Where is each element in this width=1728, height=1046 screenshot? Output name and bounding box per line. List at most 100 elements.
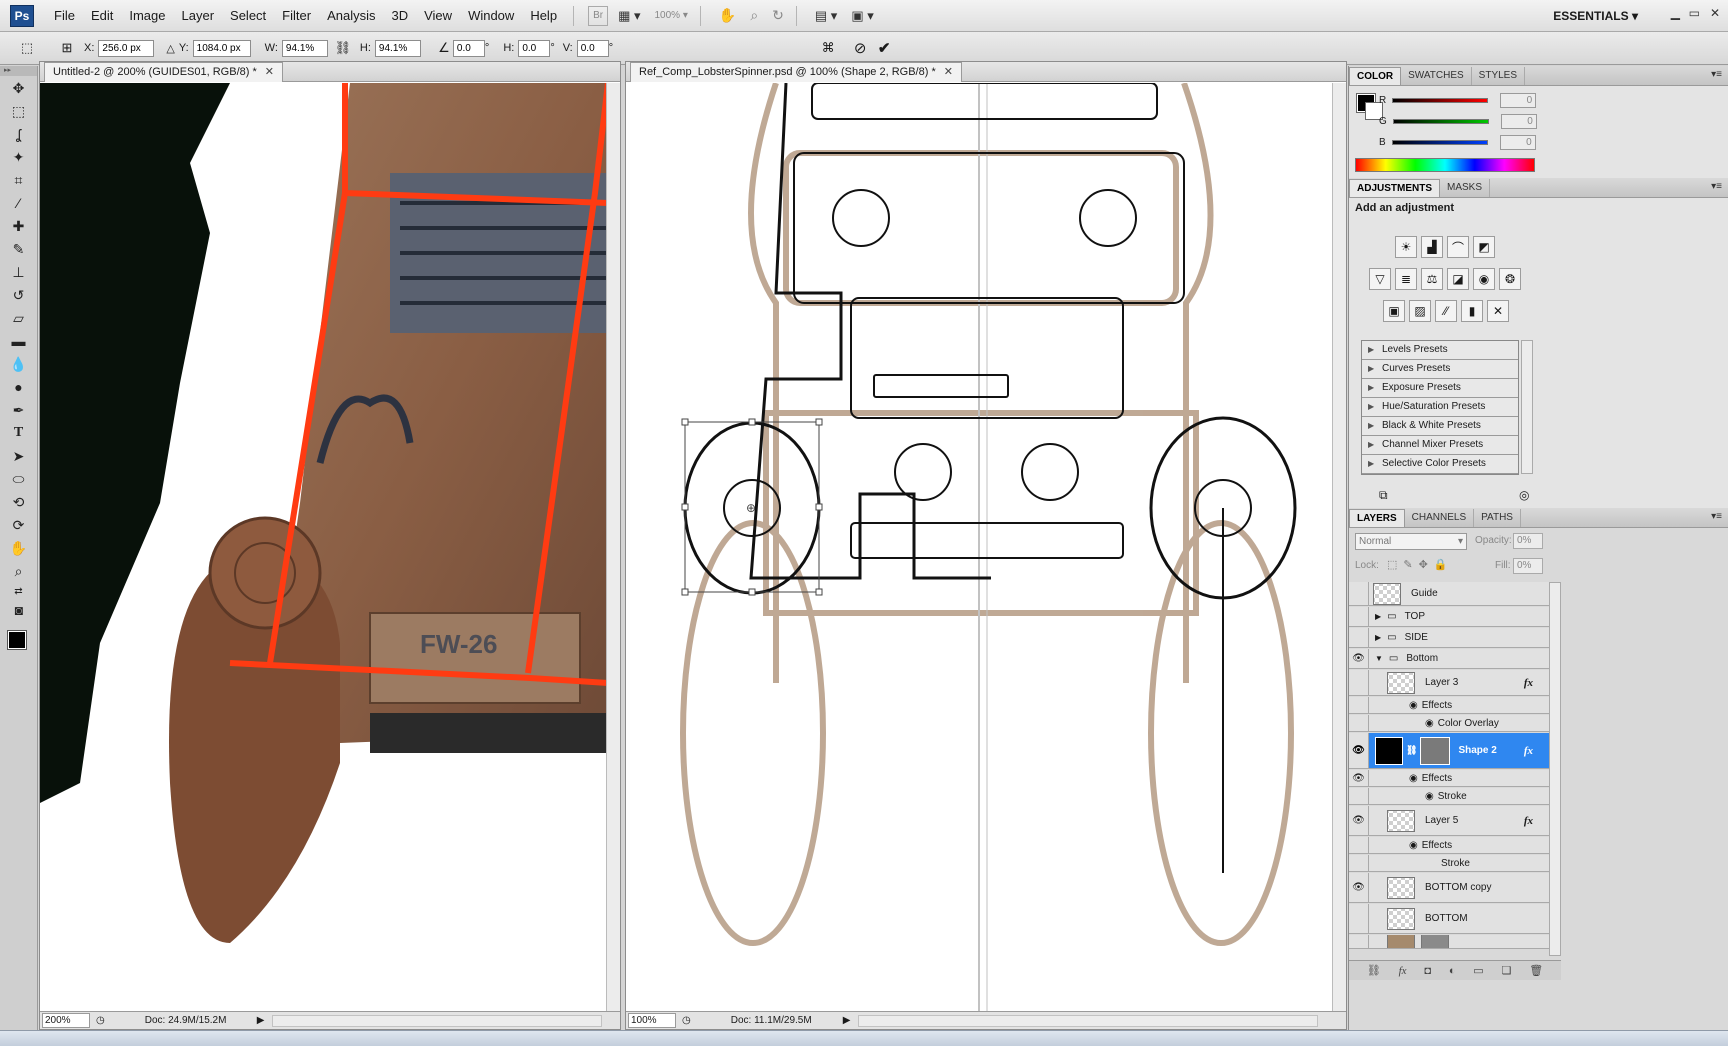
tab-layers[interactable]: LAYERS — [1349, 509, 1405, 527]
document-tab-untitled[interactable]: Untitled-2 @ 200% (GUIDES01, RGB/8) * ✕ — [44, 62, 283, 82]
visibility-toggle[interactable] — [1349, 715, 1369, 731]
reference-point-icon[interactable]: ⊞ — [58, 39, 76, 57]
dodge-tool-icon[interactable]: ● — [6, 376, 32, 398]
opacity-input[interactable]: 0% — [1513, 533, 1543, 549]
tab-channels[interactable]: CHANNELS — [1405, 509, 1475, 527]
visibility-toggle[interactable] — [1349, 837, 1369, 853]
menu-view[interactable]: View — [416, 0, 460, 32]
clone-stamp-tool-icon[interactable]: ⊥ — [6, 261, 32, 283]
threshold-icon[interactable]: ⁄⁄ — [1435, 300, 1457, 322]
vector-mask-thumbnail[interactable] — [1420, 736, 1451, 765]
history-brush-tool-icon[interactable]: ↺ — [6, 284, 32, 306]
preset-hue-saturation[interactable]: Hue/Saturation Presets — [1362, 398, 1518, 417]
zoom-level-dropdown[interactable]: 100% ▾ — [650, 6, 691, 26]
visibility-toggle[interactable] — [1349, 697, 1369, 713]
lock-options-icon[interactable]: ⬚✎✥🔒 — [1387, 558, 1454, 571]
tab-adjustments[interactable]: ADJUSTMENTS — [1349, 179, 1441, 197]
blend-mode-dropdown[interactable]: Normal ▾ — [1355, 533, 1467, 550]
arrange-documents-icon[interactable]: ▤ ▾ — [811, 6, 841, 26]
type-tool-icon[interactable]: T — [6, 422, 32, 444]
expand-view-icon[interactable]: ◎ — [1519, 488, 1529, 502]
tab-masks[interactable]: MASKS — [1440, 179, 1491, 197]
foreground-color-swatch[interactable] — [7, 630, 27, 650]
minimize-icon[interactable]: ▁ — [1671, 6, 1680, 20]
layers-scrollbar[interactable] — [1549, 582, 1561, 956]
panel-menu-icon[interactable]: ▾≡ — [1711, 511, 1722, 522]
presets-scrollbar[interactable] — [1521, 340, 1533, 474]
swap-colors-icon[interactable]: ⇄ — [6, 583, 32, 599]
maximize-icon[interactable]: ▭ — [1689, 6, 1700, 20]
transform-center-icon[interactable]: ⊕ — [746, 501, 756, 515]
status-arrow-icon[interactable]: ▶ — [843, 1015, 851, 1026]
eye-icon[interactable]: 👁 — [1349, 770, 1369, 786]
horizontal-scrollbar[interactable] — [272, 1014, 603, 1027]
red-slider[interactable] — [1392, 97, 1489, 103]
blue-slider[interactable] — [1391, 139, 1488, 145]
close-icon[interactable]: ✕ — [1710, 6, 1720, 20]
zoom-tool-icon[interactable]: ⌕ — [6, 560, 32, 582]
menu-layer[interactable]: Layer — [174, 0, 223, 32]
horizontal-skew-input[interactable] — [518, 39, 551, 57]
menu-filter[interactable]: Filter — [274, 0, 319, 32]
preset-selective-color[interactable]: Selective Color Presets — [1362, 455, 1518, 474]
pen-tool-icon[interactable]: ✒ — [6, 399, 32, 421]
preset-curves[interactable]: Curves Presets — [1362, 360, 1518, 379]
effects-fx-icon[interactable]: fx — [1524, 677, 1533, 689]
preset-black-white[interactable]: Black & White Presets — [1362, 417, 1518, 436]
visibility-toggle[interactable] — [1349, 607, 1369, 626]
close-tab-icon[interactable]: ✕ — [265, 66, 274, 78]
eye-icon[interactable]: 👁 — [1349, 806, 1369, 835]
status-menu-icon[interactable]: ◷ — [682, 1015, 691, 1026]
add-style-icon[interactable]: fx — [1399, 965, 1407, 977]
curves-icon[interactable]: ⌒ — [1447, 236, 1469, 258]
hand-tool-icon[interactable]: ✋ — [6, 537, 32, 559]
adjustment-layer-icon[interactable]: ◐ — [1449, 965, 1456, 977]
exposure-icon[interactable]: ◩ — [1473, 236, 1495, 258]
visibility-toggle[interactable] — [1349, 855, 1369, 871]
gradient-tool-icon[interactable]: ▬ — [6, 330, 32, 352]
bridge-button[interactable]: Br — [588, 5, 609, 26]
lasso-tool-icon[interactable]: ʆ — [6, 123, 32, 145]
visibility-toggle[interactable] — [1349, 904, 1369, 933]
x-position-input[interactable] — [98, 39, 155, 57]
collapse-arrow-icon[interactable]: ▼ — [1375, 654, 1383, 663]
link-layers-icon[interactable]: ⛓ — [1367, 964, 1381, 977]
effects-fx-icon[interactable]: fx — [1524, 745, 1533, 757]
clip-to-layer-icon[interactable]: ⧉ — [1379, 488, 1388, 503]
menu-help[interactable]: Help — [522, 0, 565, 32]
menu-3d[interactable]: 3D — [383, 0, 416, 32]
layer-group-top[interactable]: ▶ ▭ TOP — [1349, 607, 1549, 627]
shape2-stroke-row[interactable]: ◉ Stroke — [1349, 788, 1549, 805]
screen-layout-icon[interactable]: ▦ ▾ — [614, 6, 644, 26]
blur-tool-icon[interactable]: 💧 — [6, 353, 32, 375]
visibility-toggle[interactable] — [1349, 935, 1369, 948]
menu-edit[interactable]: Edit — [83, 0, 121, 32]
quick-mask-icon[interactable]: ◙ — [6, 599, 32, 621]
vertical-scrollbar[interactable] — [606, 83, 620, 1011]
screen-mode-icon[interactable]: ▣ ▾ — [847, 6, 877, 26]
healing-brush-tool-icon[interactable]: ✚ — [6, 215, 32, 237]
selective-color-icon[interactable]: ✕ — [1487, 300, 1509, 322]
preset-levels[interactable]: Levels Presets — [1362, 341, 1518, 360]
fill-input[interactable]: 0% — [1513, 558, 1543, 574]
tab-swatches[interactable]: SWATCHES — [1401, 67, 1472, 85]
add-mask-icon[interactable]: ◘ — [1424, 965, 1431, 977]
horizontal-scrollbar[interactable] — [858, 1014, 1319, 1027]
new-layer-icon[interactable]: ❏ — [1502, 964, 1512, 977]
photo-filter-icon[interactable]: ◉ — [1473, 268, 1495, 290]
height-input[interactable] — [374, 39, 421, 57]
rotation-input[interactable] — [452, 39, 485, 57]
close-tab-icon[interactable]: ✕ — [944, 66, 953, 78]
tab-styles[interactable]: STYLES — [1472, 67, 1526, 85]
shape-color-thumbnail[interactable] — [1375, 736, 1403, 765]
expand-arrow-icon[interactable]: ▶ — [1375, 612, 1381, 621]
width-input[interactable] — [281, 39, 328, 57]
effects-fx-icon[interactable]: fx — [1524, 815, 1533, 827]
status-arrow-icon[interactable]: ▶ — [257, 1015, 265, 1026]
transform-tool-icon[interactable]: ⬚ — [18, 39, 36, 57]
canvas-ship-photo[interactable]: FW-26 — [40, 83, 608, 1013]
path-selection-tool-icon[interactable]: ➤ — [6, 445, 32, 467]
rotate-view-icon[interactable]: ↻ — [768, 6, 788, 26]
visibility-toggle[interactable] — [1349, 628, 1369, 647]
red-value-input[interactable]: 0 — [1500, 92, 1537, 108]
